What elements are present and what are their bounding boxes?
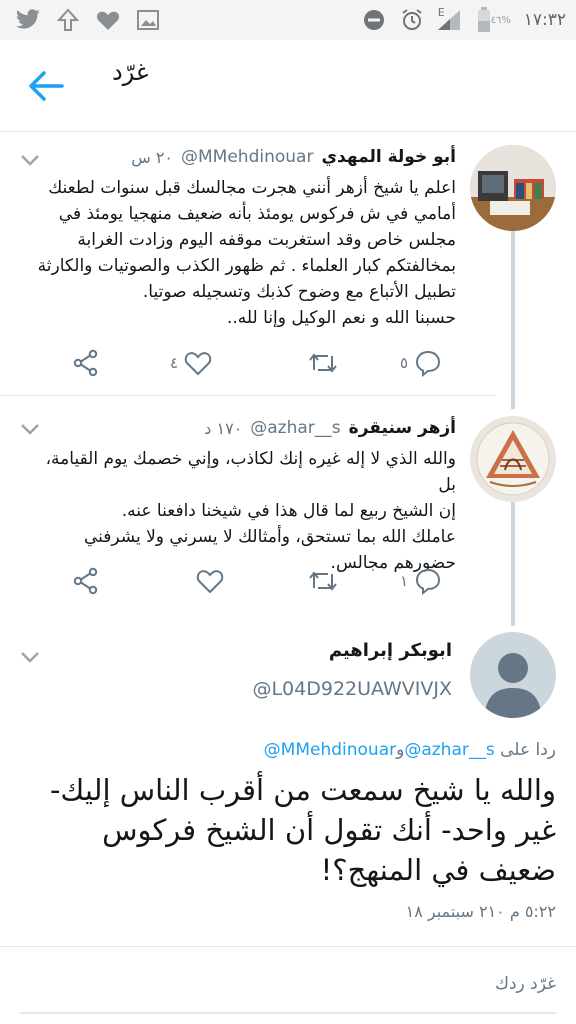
share-icon (73, 349, 98, 377)
battery-icon: ٤٦% (474, 6, 514, 34)
tweet-text-line: اعلم يا شيخ أزهر أنني هجرت مجالسك قبل سن… (48, 178, 456, 198)
tweet-header: أبو خولة المهدي @MMehdinouar ٢٠ س (40, 147, 456, 167)
reply-input[interactable]: غرّد ردك (20, 968, 556, 1014)
tweet-2[interactable]: أزهر سنيقرة @azhar__s ١٧٠ د والله الذي ل… (0, 400, 576, 626)
upload-icon (54, 6, 82, 34)
twitter-icon (14, 6, 42, 34)
share-button[interactable] (72, 348, 100, 378)
arrow-back-icon (29, 71, 64, 101)
reply-count: ١ (400, 572, 409, 590)
tweet-1[interactable]: أبو خولة المهدي @MMehdinouar ٢٠ س اعلم ي… (0, 133, 576, 409)
author-name[interactable]: ابوبكر إبراهيم (329, 640, 452, 661)
tweet-text-line: بمخالفتكم كبار العلماء . ثم ظهور الكذب و… (37, 256, 456, 276)
tweet-text-line: والله الذي لا إله غيره إنك لكاذب، وإني خ… (45, 449, 456, 495)
tweet-text-line: عاملك الله بما تستحق، وأمثالك لا يسرني و… (84, 527, 456, 547)
app-bar: غرّد (0, 40, 576, 132)
replying-to: ردا على @azhar__sو@MMehdinouar (264, 740, 556, 760)
avatar[interactable] (470, 416, 556, 502)
reply-icon (416, 350, 441, 377)
retweet-button[interactable] (308, 566, 338, 596)
default-profile-icon (470, 632, 556, 718)
share-icon (73, 567, 98, 595)
mention-link[interactable]: @azhar__s (404, 740, 494, 760)
author-handle[interactable]: @MMehdinouar (181, 147, 313, 167)
tweet-text: والله الذي لا إله غيره إنك لكاذب، وإني خ… (36, 446, 456, 576)
reply-icon (416, 568, 441, 595)
like-button[interactable] (190, 566, 224, 596)
clock: ١٧:٣٢ (523, 10, 566, 30)
heart-icon (94, 6, 122, 34)
reply-count: ٥ (400, 354, 409, 372)
retweet-icon (309, 353, 337, 373)
heart-outline-icon (184, 352, 212, 376)
author-name[interactable]: أزهر سنيقرة (349, 418, 456, 438)
reply-button[interactable]: ٥ (400, 348, 442, 378)
chevron-down-icon[interactable] (20, 153, 40, 167)
tweet-text-line: تطبيل الأتباع مع وضوح كذبك وتسجيله صوتيا… (142, 282, 456, 302)
tweet-actions: ٤ ٥ (70, 348, 470, 378)
reply-button[interactable]: ١ (400, 566, 442, 596)
tweet-text: والله يا شيخ سمعت من أقرب الناس إليك- غي… (49, 773, 556, 887)
thread-line (511, 225, 515, 409)
avatar[interactable] (470, 145, 556, 231)
tweet-text-line: أمامي في ش فركوس يومئذ بأنه ضعيف منهجيا … (58, 204, 456, 224)
author-handle[interactable]: @L04D922UAWVIVJX (252, 678, 452, 700)
chevron-down-icon[interactable] (20, 422, 40, 436)
share-button[interactable] (72, 566, 100, 596)
tweet-text-line: مجلس خاص وقد استغربت موقفه اليوم وزادت ا… (77, 230, 456, 250)
back-button[interactable] (26, 68, 70, 104)
divider (0, 946, 576, 947)
tweet-time: ١٧٠ د (204, 418, 243, 438)
image-icon (134, 6, 162, 34)
tweet-actions: ١ (70, 566, 470, 596)
thread-line (511, 498, 515, 626)
tweet-text-line: إن الشيخ ربيع لما قال هذا في شيخنا دافعن… (121, 501, 456, 521)
author-handle[interactable]: @azhar__s (250, 418, 340, 438)
tweet-text: اعلم يا شيخ أزهر أنني هجرت مجالسك قبل سن… (36, 175, 456, 331)
page-title: غرّد (112, 58, 149, 86)
tweet-time: ٢٠ س (131, 147, 173, 167)
replying-to-label: ردا على (500, 740, 556, 760)
tweet-timestamp: ٥:٢٢ م ٢١٠ سبتمبر ١٨ (405, 902, 556, 921)
status-bar: E ٤٦% ١٧:٣٢ (0, 0, 576, 40)
do-not-disturb-icon (360, 6, 388, 34)
heart-outline-icon (196, 570, 224, 594)
divider (0, 395, 496, 396)
tweet-text-line: حسبنا الله و نعم الوكيل وإنا لله.. (227, 308, 456, 328)
tweet-header: أزهر سنيقرة @azhar__s ١٧٠ د (40, 418, 456, 438)
signal-icon: E (436, 6, 464, 34)
like-button[interactable]: ٤ (170, 348, 212, 378)
like-count: ٤ (170, 354, 179, 372)
mention-link[interactable]: @MMehdinouar (264, 740, 396, 760)
retweet-icon (309, 571, 337, 591)
chevron-down-icon[interactable] (20, 650, 40, 664)
alarm-icon (398, 6, 426, 34)
avatar-default[interactable] (470, 632, 556, 718)
battery-percent: ٤٦% (490, 14, 511, 26)
reply-placeholder: غرّد ردك (494, 974, 556, 994)
network-type-label: E (437, 6, 445, 19)
retweet-button[interactable] (308, 348, 338, 378)
author-name[interactable]: أبو خولة المهدي (321, 147, 456, 167)
